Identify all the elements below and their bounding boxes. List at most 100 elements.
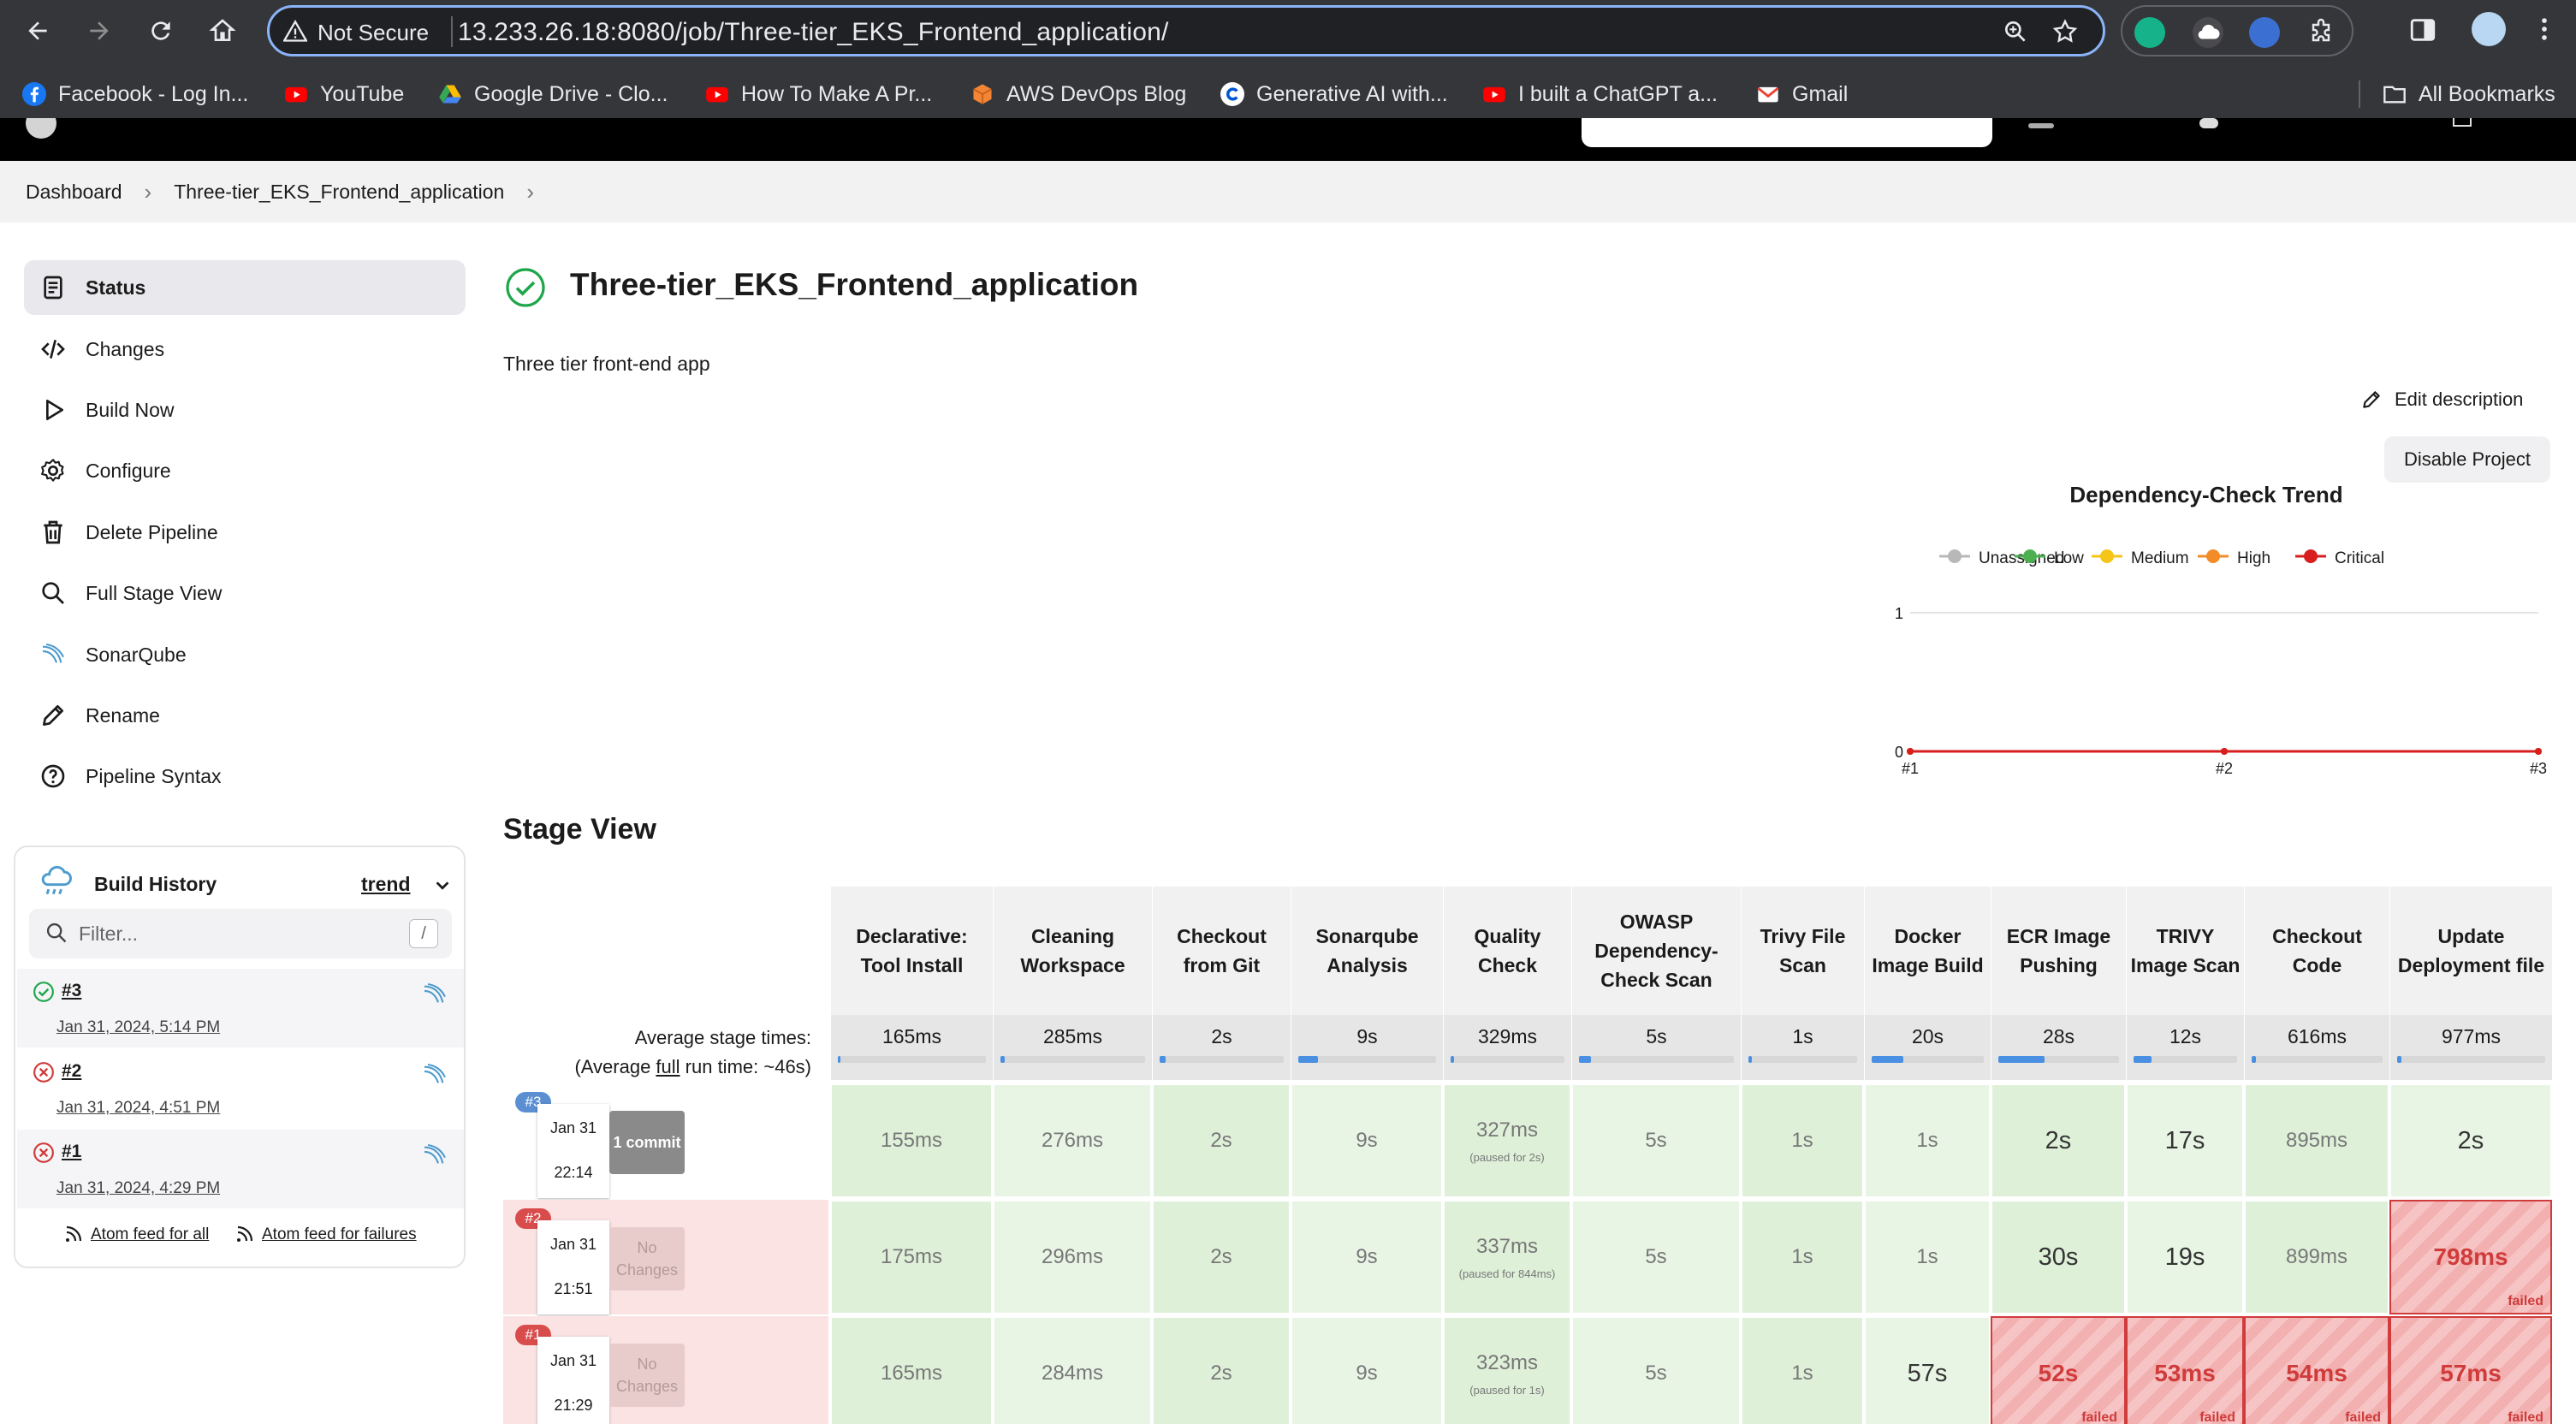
bookmark-generative-ai[interactable]: Generative AI with... [1220, 79, 1448, 110]
stage-header[interactable]: Checkout from Git [1152, 887, 1291, 1015]
star-icon[interactable] [2051, 18, 2079, 45]
stage-cell[interactable]: 1s [1864, 1083, 1991, 1198]
stage-header[interactable]: Checkout Code [2244, 887, 2389, 1015]
stage-cell[interactable]: 798ms failed [2389, 1200, 2552, 1314]
stage-header[interactable]: TRIVY Image Scan [2126, 887, 2244, 1015]
all-bookmarks[interactable]: All Bookmarks [2383, 79, 2555, 110]
bookmark-youtube[interactable]: YouTube [284, 79, 404, 110]
stage-cell[interactable]: 54ms failed [2244, 1316, 2389, 1424]
build-row[interactable]: #3 Jan 31, 2024, 5:14 PM [17, 969, 464, 1047]
chevron-down-icon[interactable] [433, 876, 452, 895]
stage-cell[interactable]: 30s [1991, 1200, 2126, 1314]
extension-colorful-icon[interactable] [2249, 17, 2280, 48]
sidebar-item-status[interactable]: Status [24, 260, 466, 315]
puzzle-icon[interactable] [2306, 17, 2336, 48]
stage-cell[interactable]: 2s [2389, 1083, 2552, 1198]
stage-cell[interactable]: 17s [2126, 1083, 2244, 1198]
run-changes[interactable]: No Changes [609, 1227, 685, 1290]
profile-avatar[interactable] [2472, 12, 2506, 46]
chevron-right-icon[interactable]: › [526, 179, 534, 205]
sidebar-item-rename[interactable]: Rename [24, 688, 466, 743]
sidebar-item-full-stage-view[interactable]: Full Stage View [24, 566, 466, 620]
build-date[interactable]: Jan 31, 2024, 5:14 PM [56, 1018, 220, 1037]
run-row[interactable]: #2 Jan 31 21:51 No Changes [503, 1200, 828, 1314]
trend-link[interactable]: trend [361, 873, 411, 896]
stage-cell[interactable]: 52s failed [1991, 1316, 2126, 1424]
user-icon[interactable] [2199, 118, 2218, 128]
data-point[interactable] [2221, 748, 2228, 755]
atom-feed-failures-link[interactable]: Atom feed for failures [262, 1225, 417, 1244]
notifications-icon[interactable] [2028, 123, 2054, 128]
data-point[interactable] [1907, 748, 1914, 755]
build-row[interactable]: #1 Jan 31, 2024, 4:29 PM [17, 1130, 464, 1208]
atom-feed-all-link[interactable]: Atom feed for all [91, 1225, 209, 1244]
stage-cell[interactable]: 9s [1291, 1083, 1443, 1198]
stage-cell[interactable]: 9s [1291, 1200, 1443, 1314]
stage-cell[interactable]: 1s [1741, 1083, 1864, 1198]
legend-item[interactable]: High [2198, 549, 2270, 567]
stage-cell[interactable]: 19s [2126, 1200, 2244, 1314]
stage-header[interactable]: Declarative: Tool Install [830, 887, 993, 1015]
zoom-icon[interactable] [2002, 18, 2029, 45]
address-bar[interactable]: Not Secure 13.233.26.18:8080/job/Three-t… [267, 5, 2105, 56]
back-button[interactable] [17, 10, 58, 51]
extension-grammar-icon[interactable] [2134, 17, 2165, 48]
bookmark-aws-devops[interactable]: AWS DevOps Blog [970, 79, 1186, 110]
disable-project-button[interactable]: Disable Project [2384, 436, 2550, 483]
build-number[interactable]: #2 [62, 1061, 81, 1082]
avg-full-link[interactable]: full [656, 1056, 680, 1077]
edit-description-link[interactable]: Edit description [2360, 389, 2523, 411]
build-row[interactable]: #2 Jan 31, 2024, 4:51 PM [17, 1049, 464, 1128]
bookmark-chatgpt[interactable]: I built a ChatGPT a... [1482, 79, 1718, 110]
stage-cell[interactable]: 276ms [993, 1083, 1152, 1198]
stage-header[interactable]: Update Deployment file [2389, 887, 2552, 1015]
sonarqube-icon[interactable] [421, 1061, 448, 1089]
menu-dots-icon[interactable] [2530, 14, 2559, 44]
bookmark-gmail[interactable]: Gmail [1756, 79, 1848, 110]
bookmark-google-drive[interactable]: Google Drive - Clo... [438, 79, 668, 110]
stage-cell[interactable]: 327ms (paused for 2s) [1443, 1083, 1571, 1198]
stage-cell[interactable]: 175ms [830, 1200, 993, 1314]
stage-cell[interactable]: 2s [1152, 1316, 1291, 1424]
stage-cell[interactable]: 284ms [993, 1316, 1152, 1424]
stage-cell[interactable]: 155ms [830, 1083, 993, 1198]
home-button[interactable] [202, 10, 243, 51]
legend-item[interactable]: Unassigned [1939, 549, 2064, 567]
stage-header[interactable]: ECR Image Pushing [1991, 887, 2126, 1015]
build-number[interactable]: #3 [62, 981, 81, 1001]
stage-header[interactable]: Quality Check [1443, 887, 1571, 1015]
sidebar-item-configure[interactable]: Configure [24, 443, 466, 498]
data-point[interactable] [2535, 748, 2542, 755]
stage-cell[interactable]: 53ms failed [2126, 1316, 2244, 1424]
stage-cell[interactable]: 2s [1152, 1083, 1291, 1198]
sidebar-item-sonarqube[interactable]: SonarQube [24, 627, 466, 682]
build-date[interactable]: Jan 31, 2024, 4:51 PM [56, 1099, 220, 1118]
stage-header[interactable]: Sonarqube Analysis [1291, 887, 1443, 1015]
run-changes[interactable]: 1 commit [609, 1111, 685, 1174]
url-text[interactable]: 13.233.26.18:8080/job/Three-tier_EKS_Fro… [458, 18, 1169, 47]
stage-cell[interactable]: 5s [1571, 1200, 1741, 1314]
stage-cell[interactable]: 296ms [993, 1200, 1152, 1314]
stage-cell[interactable]: 5s [1571, 1316, 1741, 1424]
stage-cell[interactable]: 9s [1291, 1316, 1443, 1424]
breadcrumb-dashboard[interactable]: Dashboard [26, 181, 122, 204]
stage-cell[interactable]: 2s [1991, 1083, 2126, 1198]
stage-cell[interactable]: 5s [1571, 1083, 1741, 1198]
extension-cloud-icon[interactable] [2193, 17, 2223, 48]
breadcrumb-job[interactable]: Three-tier_EKS_Frontend_application [174, 181, 504, 204]
stage-header[interactable]: Docker Image Build [1864, 887, 1991, 1015]
forward-button[interactable] [79, 10, 120, 51]
sidebar-item-delete-pipeline[interactable]: Delete Pipeline [24, 505, 466, 560]
stage-cell[interactable]: 895ms [2244, 1083, 2389, 1198]
side-panel-icon[interactable] [2408, 15, 2437, 44]
build-number[interactable]: #1 [62, 1142, 81, 1162]
run-row[interactable]: #3 Jan 31 22:14 1 commit [503, 1083, 828, 1198]
stage-header[interactable]: OWASP Dependency-Check Scan [1571, 887, 1741, 1015]
stage-cell[interactable]: 1s [1741, 1200, 1864, 1314]
run-row[interactable]: #1 Jan 31 21:29 No Changes [503, 1316, 828, 1424]
legend-item[interactable]: Medium [2092, 549, 2189, 567]
build-date[interactable]: Jan 31, 2024, 4:29 PM [56, 1179, 220, 1198]
stage-cell[interactable]: 2s [1152, 1200, 1291, 1314]
stage-cell[interactable]: 165ms [830, 1316, 993, 1424]
legend-item[interactable]: Critical [2295, 549, 2384, 567]
